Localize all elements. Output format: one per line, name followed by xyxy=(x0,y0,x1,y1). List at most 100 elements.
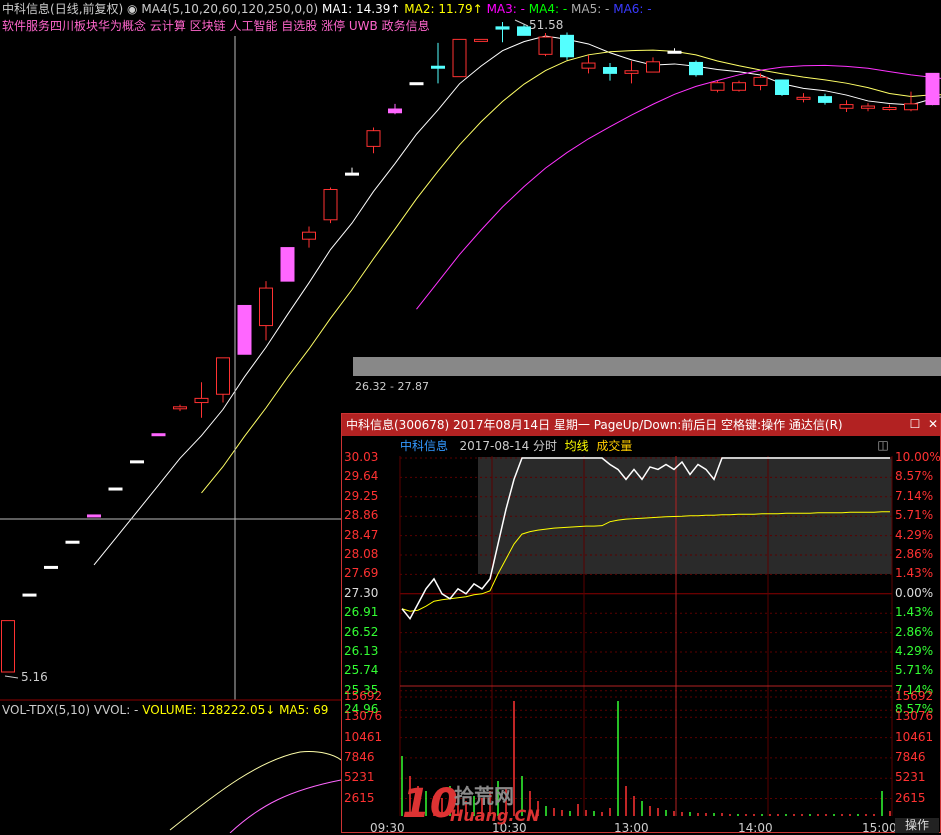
watermark: 10 拾荒网 Huang.CN xyxy=(402,780,542,830)
candle[interactable] xyxy=(2,621,15,672)
candle[interactable] xyxy=(733,81,746,92)
price-tick-label: 26.52 xyxy=(344,625,378,639)
candle[interactable] xyxy=(561,32,574,59)
candle[interactable] xyxy=(238,305,251,354)
candle[interactable] xyxy=(432,43,445,83)
intraday-stock-name: 中科信息 xyxy=(400,439,448,453)
percent-tick-label: 2.86% xyxy=(895,625,933,639)
volume-tick-label: 7846 xyxy=(895,750,926,764)
candle[interactable] xyxy=(152,434,165,436)
percent-tick-label: 2.86% xyxy=(895,547,933,561)
percent-tick-label: 5.71% xyxy=(895,508,933,522)
ma-formula[interactable]: MA4(5,10,20,60,120,250,0,0) xyxy=(141,2,318,16)
candle[interactable] xyxy=(88,515,101,517)
candle[interactable] xyxy=(281,248,294,282)
concept-tags: 软件服务四川板块华为概念 云计算 区块链 人工智能 自选股 涨停 UWB 政务信… xyxy=(2,18,430,34)
candle[interactable] xyxy=(819,94,832,105)
candle[interactable] xyxy=(690,61,703,77)
watermark-chinese: 拾荒网 xyxy=(454,780,514,809)
price-tick-label: 26.91 xyxy=(344,605,378,619)
price-tick-label: 29.25 xyxy=(344,489,378,503)
candle[interactable] xyxy=(367,127,380,153)
price-tick-label: 29.64 xyxy=(344,469,378,483)
volume-tick-label: 7846 xyxy=(344,750,375,764)
candle[interactable] xyxy=(625,61,638,83)
volume-value: VOLUME: 128222.05↓ xyxy=(142,703,275,717)
candle[interactable] xyxy=(754,73,767,90)
candle[interactable] xyxy=(346,168,359,176)
candle[interactable] xyxy=(324,188,337,224)
candle[interactable] xyxy=(410,83,423,85)
price-tick-label: 28.08 xyxy=(344,547,378,561)
ma3-line xyxy=(417,65,941,309)
candle[interactable] xyxy=(217,358,230,403)
candle[interactable] xyxy=(905,92,918,112)
candle[interactable] xyxy=(797,93,810,102)
vol-ma5-value: MA5: 69 xyxy=(279,703,328,717)
candle[interactable] xyxy=(109,488,122,490)
percent-tick-label: 10.00% xyxy=(895,450,941,464)
intraday-subheader: 中科信息 2017-08-14 分时 均线 成交量 xyxy=(400,438,632,454)
price-tick-label: 26.13 xyxy=(344,644,378,658)
ma-settings-icon[interactable]: ◉ xyxy=(127,2,137,16)
volume-tick-label: 13076 xyxy=(344,709,382,723)
vol-ma5-line xyxy=(170,752,341,830)
percent-tick-label: 1.43% xyxy=(895,566,933,580)
high-price-label: 51.58 xyxy=(529,18,563,32)
candle[interactable] xyxy=(66,541,79,543)
intraday-date: 2017-08-14 分时 xyxy=(459,439,557,453)
price-range-band xyxy=(353,357,941,376)
candle[interactable] xyxy=(303,226,316,247)
candle[interactable] xyxy=(647,57,660,72)
candle[interactable] xyxy=(260,281,273,340)
ma4-value: MA4: - xyxy=(529,2,567,16)
high-price-pointer xyxy=(515,20,528,26)
candle[interactable] xyxy=(195,382,208,417)
ma5-value: MA5: - xyxy=(571,2,609,16)
intraday-chart[interactable] xyxy=(342,414,940,832)
candle[interactable] xyxy=(23,594,36,596)
candle[interactable] xyxy=(776,80,789,96)
vol-ma10-line xyxy=(230,780,341,833)
candle[interactable] xyxy=(45,566,58,568)
ma3-value: MA3: - xyxy=(487,2,525,16)
volume-tick-label: 5231 xyxy=(895,770,926,784)
volume-tick-label: 5231 xyxy=(344,770,375,784)
candle[interactable] xyxy=(389,104,402,114)
candle[interactable] xyxy=(174,405,187,411)
vvol-value: VVOL: - xyxy=(94,703,139,717)
kline-header: 中科信息(日线,前复权) ◉ MA4(5,10,20,60,120,250,0,… xyxy=(2,0,652,18)
period-label: (日线,前复权) xyxy=(50,2,123,16)
low-price-label: 5.16 xyxy=(21,670,48,684)
candle[interactable] xyxy=(926,73,939,105)
candle[interactable] xyxy=(453,39,466,76)
vol-indicator-name[interactable]: VOL-TDX(5,10) xyxy=(2,703,90,717)
percent-tick-label: 7.14% xyxy=(895,489,933,503)
avg-line-label: 均线 xyxy=(565,439,589,453)
percent-tick-label: 0.00% xyxy=(895,586,933,600)
percent-tick-label: 4.29% xyxy=(895,528,933,542)
volume-tick-label: 15692 xyxy=(895,689,933,703)
stock-name[interactable]: 中科信息 xyxy=(2,2,50,16)
candle[interactable] xyxy=(131,461,144,463)
volume-tick-label: 2615 xyxy=(895,791,926,805)
candle[interactable] xyxy=(496,22,509,42)
volume-tick-label: 2615 xyxy=(344,791,375,805)
intraday-popup[interactable]: 中科信息(300678) 2017年08月14日 星期一 PageUp/Down… xyxy=(341,413,941,833)
ma1-value: MA1: 14.39↑ xyxy=(322,2,400,16)
candle[interactable] xyxy=(883,105,896,111)
candle[interactable] xyxy=(840,100,853,112)
candle[interactable] xyxy=(862,103,875,111)
watermark-english: Huang.CN xyxy=(450,806,540,825)
low-price-pointer xyxy=(5,676,18,678)
candle[interactable] xyxy=(582,55,595,73)
ma6-value: MA6: - xyxy=(613,2,651,16)
price-tick-label: 27.69 xyxy=(344,566,378,580)
candle[interactable] xyxy=(711,81,724,93)
candle[interactable] xyxy=(604,63,617,81)
toggle-icon[interactable]: ◫ xyxy=(876,438,890,452)
price-tick-label: 28.47 xyxy=(344,528,378,542)
candle[interactable] xyxy=(475,39,488,41)
range-label: 26.32 - 27.87 xyxy=(355,380,429,393)
operate-button[interactable]: 操作 xyxy=(895,818,939,833)
